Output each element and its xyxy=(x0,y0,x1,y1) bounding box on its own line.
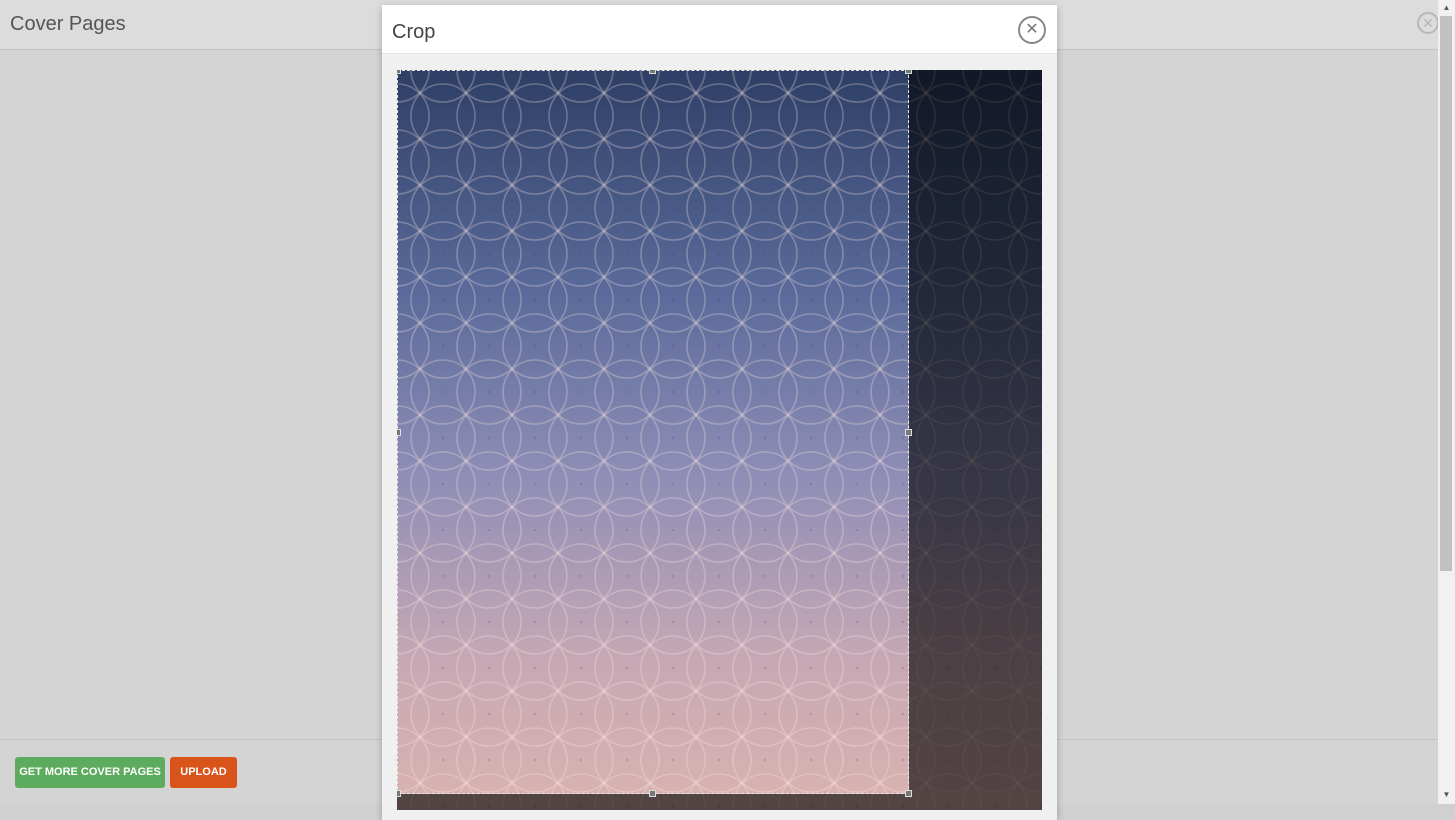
crop-handle-bottom-right[interactable] xyxy=(905,790,912,797)
upload-button[interactable]: UPLOAD xyxy=(170,757,237,788)
crop-handle-top[interactable] xyxy=(649,70,656,74)
dialog-title: Crop xyxy=(392,21,436,43)
close-icon[interactable]: ✕ xyxy=(1417,12,1439,34)
crop-dialog: Crop ✕ xyxy=(382,5,1057,820)
scroll-down-arrow-icon[interactable]: ▼ xyxy=(1438,788,1455,802)
crop-handle-bottom[interactable] xyxy=(649,790,656,797)
crop-handle-left[interactable] xyxy=(397,429,401,436)
crop-dialog-header: Crop ✕ xyxy=(382,5,1057,54)
get-more-cover-pages-button[interactable]: GET MORE COVER PAGES xyxy=(15,757,165,788)
crop-outside-area xyxy=(909,70,1042,810)
crop-handle-top-left[interactable] xyxy=(397,70,401,74)
crop-handle-right[interactable] xyxy=(905,429,912,436)
crop-selection-box[interactable] xyxy=(397,70,909,794)
crop-handle-top-right[interactable] xyxy=(905,70,912,74)
crop-dialog-body xyxy=(382,54,1057,820)
crop-image[interactable] xyxy=(397,70,1042,810)
page-title: Cover Pages xyxy=(10,13,126,35)
page-scrollbar[interactable]: ▲ ▼ xyxy=(1438,0,1455,804)
close-icon[interactable]: ✕ xyxy=(1018,16,1046,44)
crop-handle-bottom-left[interactable] xyxy=(397,790,401,797)
scroll-up-arrow-icon[interactable]: ▲ xyxy=(1438,1,1455,15)
scroll-thumb[interactable] xyxy=(1440,16,1452,571)
